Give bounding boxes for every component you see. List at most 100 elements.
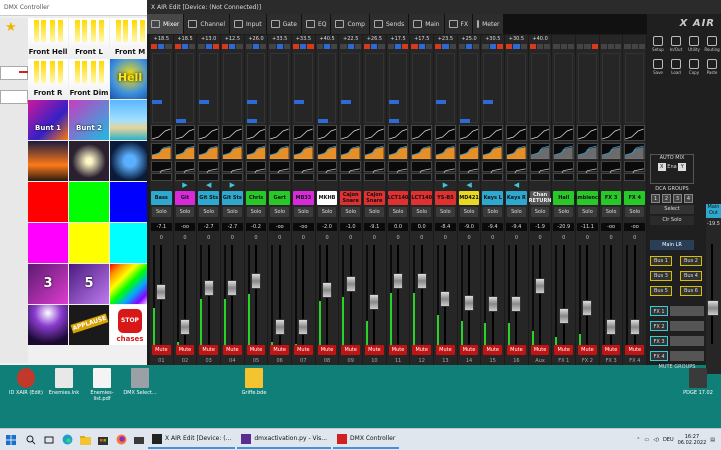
- gate-preview[interactable]: [458, 161, 480, 178]
- channel-gain[interactable]: +12.5: [222, 36, 243, 43]
- solo-button[interactable]: Solo: [365, 207, 384, 217]
- solo-button[interactable]: Solo: [199, 207, 219, 217]
- channel-fader[interactable]: [511, 295, 522, 312]
- fx-send-preview[interactable]: [364, 173, 385, 181]
- fx-send-preview[interactable]: [553, 173, 575, 181]
- mute-button[interactable]: Mute: [601, 345, 621, 355]
- channel-name[interactable]: Git Sts: [198, 191, 220, 205]
- dmx-scene-tile[interactable]: [110, 264, 150, 304]
- main-out-fader[interactable]: [707, 300, 719, 316]
- channel-fader[interactable]: [629, 318, 640, 335]
- channel-name[interactable]: Keys R: [506, 191, 527, 205]
- dmx-scene-tile[interactable]: [110, 141, 150, 181]
- solo-button[interactable]: Solo: [152, 207, 171, 217]
- fx-button[interactable]: FX 4: [650, 351, 668, 361]
- dca-button[interactable]: 2: [662, 194, 671, 203]
- chevron-up-icon[interactable]: ⌃: [636, 437, 640, 443]
- channel-name[interactable]: Cajon Snare: [364, 191, 385, 205]
- load-button[interactable]: Load: [667, 59, 685, 79]
- channel-name[interactable]: Hall: [553, 191, 575, 205]
- channel-insert-area[interactable]: [530, 53, 550, 123]
- channel-fader[interactable]: [322, 281, 333, 298]
- channel-gain[interactable]: +18.5: [151, 36, 172, 43]
- dmx-scene-tile[interactable]: [28, 305, 68, 345]
- channel-gain[interactable]: +25.0: [459, 36, 480, 43]
- eq-preview[interactable]: [458, 125, 480, 141]
- solo-button[interactable]: Solo: [601, 207, 621, 217]
- fx-button[interactable]: FX 2: [650, 321, 668, 331]
- channel-insert-area[interactable]: [270, 53, 290, 123]
- channel-insert-area[interactable]: [294, 53, 313, 123]
- gate-preview[interactable]: [482, 161, 504, 178]
- routing-button[interactable]: Routing: [703, 36, 721, 56]
- mute-button[interactable]: Mute: [388, 345, 408, 355]
- star-icon[interactable]: ★: [5, 21, 19, 35]
- tab-gate[interactable]: Gate: [266, 14, 301, 34]
- channel-gain[interactable]: [601, 36, 622, 43]
- channel-fader[interactable]: [487, 295, 498, 312]
- dmx-scene-tile[interactable]: Front L: [69, 18, 109, 58]
- setup-button[interactable]: Setup: [649, 36, 667, 56]
- channel-name[interactable]: Keys L: [482, 191, 504, 205]
- channel-name[interactable]: Git Sts: [222, 191, 243, 205]
- channel-name[interactable]: FX 3: [600, 191, 622, 205]
- dynamics-preview[interactable]: [316, 143, 338, 159]
- pan-indicator[interactable]: ◀: [514, 181, 519, 189]
- solo-button[interactable]: Solo: [317, 207, 337, 217]
- gate-preview[interactable]: [411, 161, 433, 178]
- dmx-scene-tile[interactable]: [69, 223, 109, 263]
- mute-button[interactable]: Mute: [246, 345, 266, 355]
- channel-insert-area[interactable]: [223, 53, 242, 123]
- pan-indicator[interactable]: ◀: [466, 181, 471, 189]
- gate-preview[interactable]: [222, 161, 243, 178]
- fx-send-preview[interactable]: [198, 173, 220, 181]
- gate-preview[interactable]: [364, 161, 385, 178]
- dmx-scene-tile[interactable]: [69, 141, 109, 181]
- solo-button[interactable]: Solo: [246, 207, 266, 217]
- main-out-name[interactable]: Main Out: [706, 204, 721, 218]
- mute-button[interactable]: Mute: [554, 345, 574, 355]
- channel-name[interactable]: YS-B5: [435, 191, 456, 205]
- channel-name[interactable]: Git: [174, 191, 196, 205]
- dynamics-preview[interactable]: [269, 143, 291, 159]
- desktop-icon[interactable]: PDGE 17.02: [680, 368, 716, 396]
- channel-gain[interactable]: +26.5: [364, 36, 385, 43]
- tab-meter[interactable]: Meter: [473, 14, 504, 34]
- gate-preview[interactable]: [245, 161, 267, 178]
- channel-name[interactable]: FX 4: [624, 191, 646, 205]
- desktop-icon[interactable]: DMX Select...: [122, 368, 158, 396]
- eq-preview[interactable]: [387, 125, 409, 141]
- bus-button[interactable]: Bus 6: [680, 286, 702, 296]
- eq-preview[interactable]: [293, 125, 314, 141]
- dmx-scene-tile[interactable]: Front Hell: [28, 18, 68, 58]
- eq-preview[interactable]: [269, 125, 291, 141]
- fx-level-bar[interactable]: [670, 321, 704, 331]
- copy-button[interactable]: Copy: [685, 59, 703, 79]
- channel-name[interactable]: Cajon Snare: [340, 191, 362, 205]
- fx-send-preview[interactable]: [529, 173, 551, 181]
- edge-browser-icon[interactable]: [58, 431, 76, 449]
- gate-preview[interactable]: [624, 161, 646, 178]
- dca-button[interactable]: 3: [673, 194, 682, 203]
- automix-x-button[interactable]: X: [657, 163, 666, 171]
- tab-fx[interactable]: FX: [444, 14, 473, 34]
- mute-button[interactable]: Mute: [199, 345, 219, 355]
- mail-icon[interactable]: [130, 431, 148, 449]
- gate-preview[interactable]: [506, 161, 527, 178]
- dynamics-preview[interactable]: [245, 143, 267, 159]
- fx-level-bar[interactable]: [670, 351, 704, 361]
- network-icon[interactable]: ▭: [644, 437, 649, 443]
- channel-gain[interactable]: +18.5: [175, 36, 196, 43]
- notifications-icon[interactable]: ▤: [710, 437, 715, 443]
- mute-button[interactable]: Mute: [152, 345, 171, 355]
- gate-preview[interactable]: [600, 161, 622, 178]
- dynamics-preview[interactable]: [482, 143, 504, 159]
- gate-preview[interactable]: [340, 161, 362, 178]
- automix-ena[interactable]: Ena: [667, 164, 676, 170]
- dynamics-preview[interactable]: [458, 143, 480, 159]
- fx-send-preview[interactable]: [222, 173, 243, 181]
- channel-insert-area[interactable]: [317, 53, 337, 123]
- pan-indicator[interactable]: ▶: [182, 181, 187, 189]
- solo-button[interactable]: Solo: [175, 207, 195, 217]
- dmx-slot-1[interactable]: [0, 66, 29, 80]
